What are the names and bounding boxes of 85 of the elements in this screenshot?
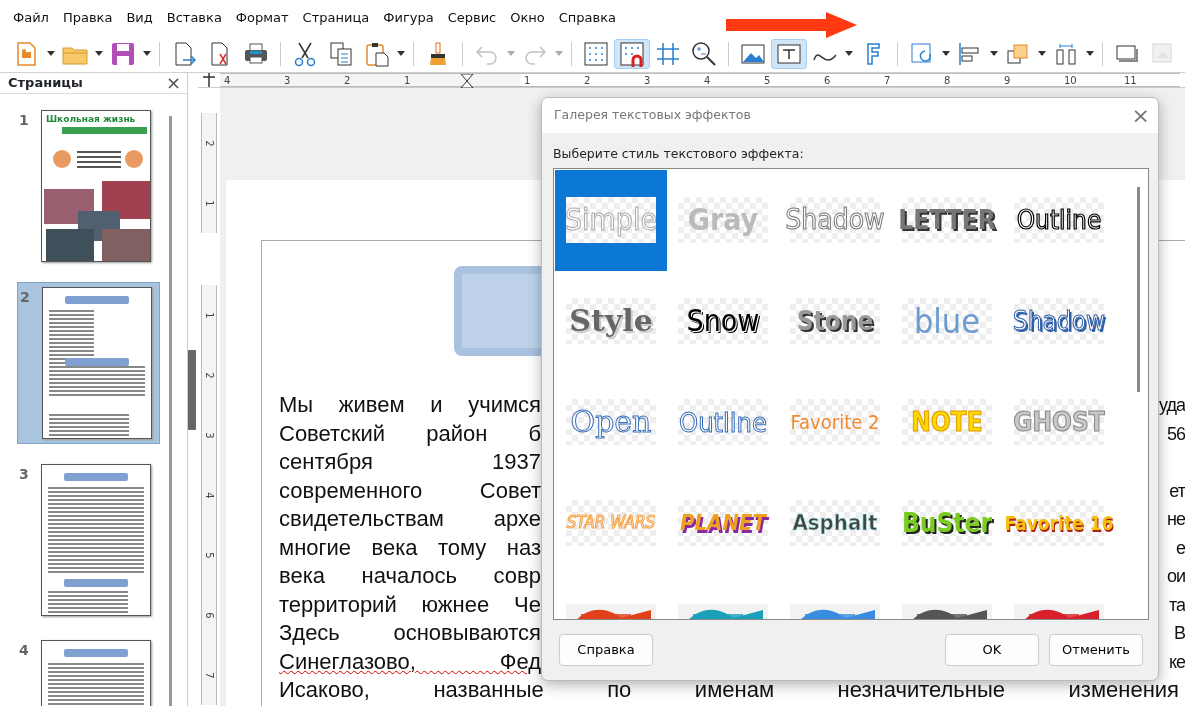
ruler-number: 3: [640, 73, 700, 87]
close-button[interactable]: ×: [1131, 104, 1150, 127]
page-number: 1: [19, 110, 30, 130]
caret-icon[interactable]: [845, 51, 853, 56]
ok-button[interactable]: OK: [945, 633, 1039, 666]
ruler-number: 5: [760, 73, 820, 87]
caret-icon[interactable]: [1038, 51, 1046, 56]
body-text: ке: [1168, 650, 1185, 674]
menu-item[interactable]: Справка: [558, 7, 625, 28]
body-text: свидетельствам архе: [279, 505, 541, 533]
ruler-number: 6: [820, 73, 880, 87]
body-text: не: [1167, 508, 1185, 531]
ruler-number: 2: [202, 371, 216, 379]
dialog-title: Галерея текстовых эффектов: [554, 106, 751, 125]
menu-item[interactable]: Вид: [126, 7, 161, 28]
crosshair-icon: [202, 73, 216, 87]
collapse-handle[interactable]: [188, 349, 196, 430]
body-text: та: [1168, 593, 1185, 617]
menu-item[interactable]: Вставка: [166, 7, 230, 28]
prompt-label: Выберите стиль текстового эффекта:: [553, 145, 805, 163]
body-text: Синеглазово, Фед: [279, 647, 541, 676]
ruler-number: 2: [580, 73, 640, 87]
ruler-number: 1: [202, 311, 216, 319]
scrollbar[interactable]: [1137, 186, 1140, 392]
body-text: уда: [1159, 394, 1185, 417]
body-text: ои: [1166, 565, 1185, 588]
ruler-number: 8: [940, 73, 1000, 87]
caret-icon[interactable]: [942, 51, 950, 56]
body-text: ет: [1169, 479, 1185, 503]
menu-item[interactable]: Страница: [302, 7, 378, 28]
body-text: Исаково, названные по именам незначительные изменения: [279, 676, 1179, 704]
ruler-number: 1: [202, 199, 216, 207]
ruler-number: 3: [280, 73, 340, 87]
body-text: многие века тому наз: [279, 533, 541, 562]
caret-icon[interactable]: [397, 51, 405, 56]
menu-item[interactable]: Окно: [510, 7, 553, 28]
menu-item[interactable]: Правка: [62, 7, 121, 28]
copy-icon[interactable]: [327, 39, 355, 68]
body-text: е: [1176, 536, 1185, 560]
body-text: Здесь основываются: [279, 619, 541, 647]
page-number: 3: [19, 464, 30, 484]
ruler-number: 3: [202, 431, 216, 439]
page-number: 2: [20, 287, 31, 307]
ruler-number: 2: [340, 73, 400, 87]
menu-item[interactable]: Сервис: [447, 7, 505, 28]
body-text: 56: [1166, 422, 1185, 446]
ruler-number: 7: [202, 671, 216, 679]
zoom-icon[interactable]: [690, 39, 718, 68]
close-button[interactable]: ×: [165, 73, 181, 92]
scrollbar[interactable]: [169, 115, 172, 706]
page-heading: Школьная жизнь: [46, 112, 136, 126]
help-button[interactable]: Справка: [559, 633, 653, 666]
caret-icon[interactable]: [143, 51, 151, 56]
ruler-number: 4: [220, 73, 280, 87]
menu-item[interactable]: Фигура: [383, 7, 442, 28]
cancel-button[interactable]: Отменить: [1049, 633, 1143, 666]
body-text: территорий южнее Че: [279, 590, 541, 619]
ruler-number: 5: [202, 551, 216, 559]
page-number: 4: [19, 640, 30, 660]
body-text: сентября 1937: [279, 448, 541, 476]
ruler-number: 2: [202, 139, 216, 147]
menu-item[interactable]: Файл: [13, 7, 57, 28]
ruler-number: 1: [400, 73, 460, 87]
caret-icon[interactable]: [47, 51, 55, 56]
caret-icon[interactable]: [95, 51, 103, 56]
ruler-number: 9: [1000, 73, 1060, 87]
body-text: века началось совр: [279, 562, 541, 590]
panel-title: Страницы: [8, 74, 83, 92]
body-text: В: [1174, 622, 1185, 645]
body-text: Мы живем и учимся: [279, 391, 541, 419]
menu-item[interactable]: Формат: [235, 7, 297, 28]
ruler-number: 1: [520, 73, 580, 87]
ruler-number: 7: [880, 73, 940, 87]
ruler-number: 11: [1120, 73, 1180, 87]
page-thumbnail-item[interactable]: 2: [17, 281, 160, 444]
body-text: современного Совет: [279, 476, 541, 505]
ruler-number: 10: [1060, 73, 1120, 87]
magnet-grid-icon[interactable]: [618, 39, 646, 68]
grid-icon[interactable]: [582, 39, 610, 68]
caret-icon[interactable]: [1086, 51, 1094, 56]
caret-icon[interactable]: [990, 51, 998, 56]
ruler-number: 4: [700, 73, 760, 87]
ruler-number: 6: [202, 611, 216, 619]
body-text: Советский район б: [279, 419, 541, 448]
ruler-number: 4: [202, 491, 216, 499]
